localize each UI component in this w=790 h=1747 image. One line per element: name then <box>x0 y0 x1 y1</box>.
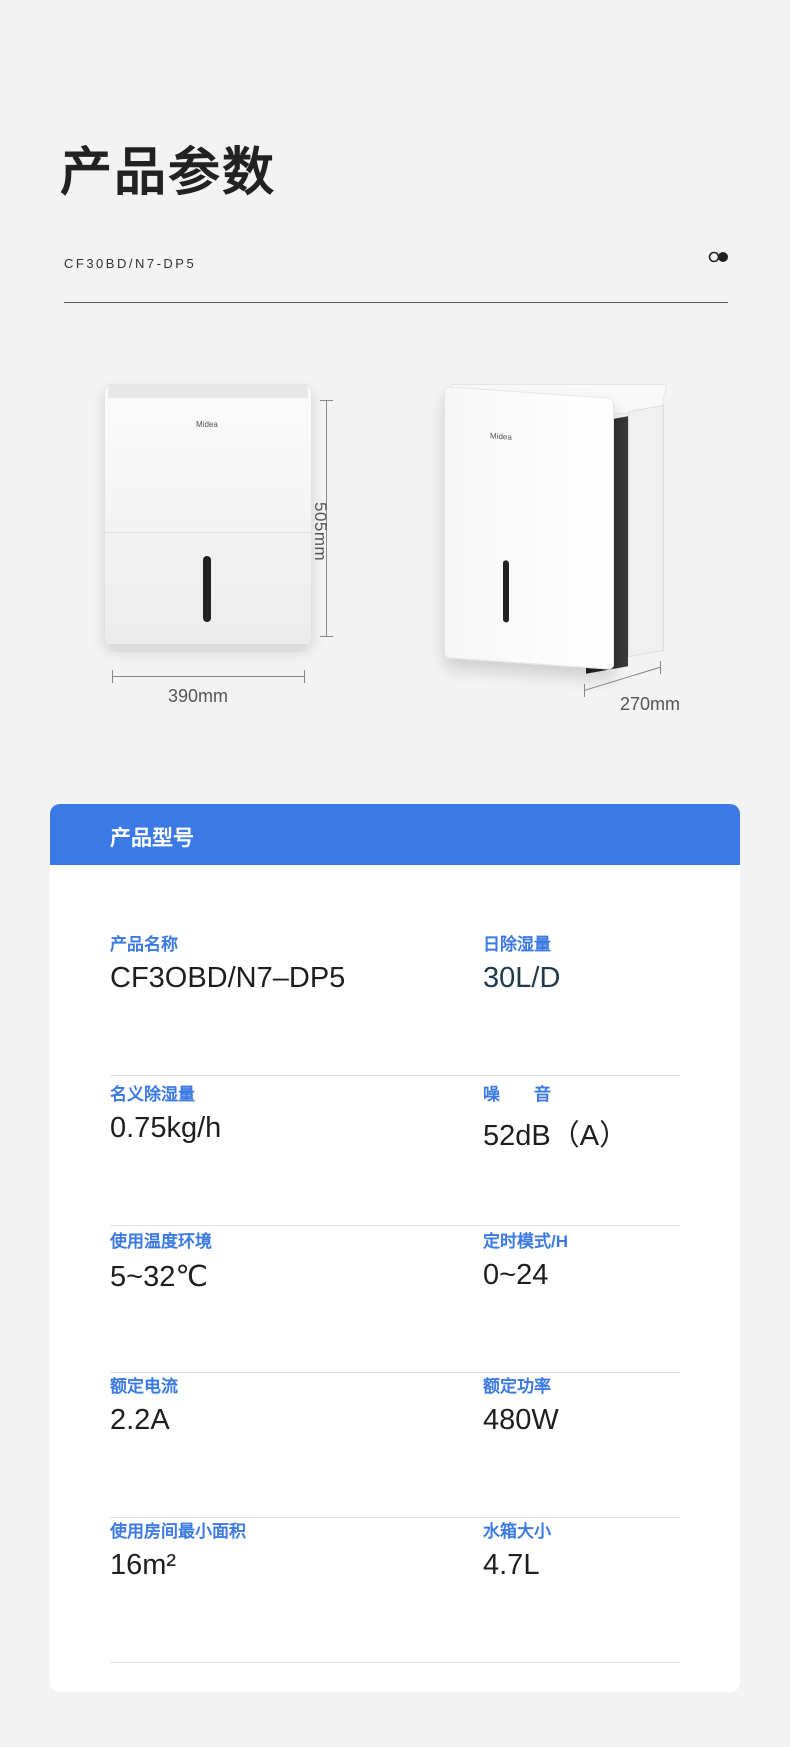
spec-value: 5~32℃ <box>110 1261 208 1293</box>
brand-logo: Midea <box>490 431 512 442</box>
width-dimension-line <box>112 676 304 677</box>
width-dimension-cap <box>112 670 113 683</box>
spec-row: 额定电流 2.2A 额定功率 480W <box>110 1372 680 1518</box>
spec-row: 使用房间最小面积 16m² 水箱大小 4.7L <box>110 1517 680 1663</box>
divider-line <box>64 302 728 303</box>
model-code: CF30BD/N7-DP5 <box>64 256 197 271</box>
spec-label: 额定功率 <box>483 1377 551 1396</box>
dehumidifier-angle-image: Midea <box>444 386 614 670</box>
height-dimension-cap <box>320 400 333 401</box>
spec-row: 名义除湿量 0.75kg/h 噪 音 52dB（A） <box>110 1080 680 1226</box>
spec-value: 4.7L <box>483 1549 540 1581</box>
width-label: 390mm <box>168 686 229 706</box>
height-label: 505mm <box>311 502 330 562</box>
spec-value: 480W <box>483 1404 559 1436</box>
front-base <box>110 644 306 652</box>
tank-seam <box>104 532 312 533</box>
control-panel <box>108 384 308 398</box>
spec-label: 定时模式/H <box>483 1232 568 1251</box>
spec-label: 日除湿量 <box>483 935 551 954</box>
spec-value: 0.75kg/h <box>110 1112 222 1144</box>
spec-label: 水箱大小 <box>483 1522 551 1541</box>
spec-value: 52dB（A） <box>483 1120 629 1152</box>
dehumidifier-front-image: Midea <box>104 384 312 646</box>
depth-dimension-cap <box>660 661 661 674</box>
spec-value: 2.2A <box>110 1404 170 1436</box>
spec-value: 0~24 <box>483 1259 549 1291</box>
depth-dimension-cap <box>584 684 585 697</box>
spec-card: 产品型号 产品名称 CF3OBD/N7–DP5 日除湿量 30L/D 名义除湿量… <box>50 804 740 1692</box>
spec-label: 产品名称 <box>110 935 178 954</box>
page-title: 产品参数 <box>60 144 277 202</box>
toggle-dots-icon <box>708 251 728 263</box>
spec-label: 使用温度环境 <box>110 1232 212 1251</box>
depth-label: 270mm <box>620 694 681 714</box>
spec-value: CF3OBD/N7–DP5 <box>110 962 346 994</box>
spec-label: 使用房间最小面积 <box>110 1522 246 1541</box>
width-dimension-cap <box>304 670 305 683</box>
water-level-window <box>503 560 509 623</box>
spec-label: 名义除湿量 <box>110 1085 195 1104</box>
spec-card-header: 产品型号 <box>50 804 740 865</box>
spec-row: 产品名称 CF3OBD/N7–DP5 日除湿量 30L/D <box>110 930 680 1076</box>
water-level-window <box>203 556 211 622</box>
spec-card-title: 产品型号 <box>110 827 194 850</box>
spec-value: 16m² <box>110 1549 177 1581</box>
spec-value: 30L/D <box>483 962 561 994</box>
height-dimension-cap <box>320 636 333 637</box>
spec-label: 噪 音 <box>483 1085 551 1104</box>
dehumidifier-side-shell <box>628 404 664 658</box>
brand-logo: Midea <box>196 420 218 429</box>
spec-label: 额定电流 <box>110 1377 178 1396</box>
spec-row: 使用温度环境 5~32℃ 定时模式/H 0~24 <box>110 1227 680 1373</box>
